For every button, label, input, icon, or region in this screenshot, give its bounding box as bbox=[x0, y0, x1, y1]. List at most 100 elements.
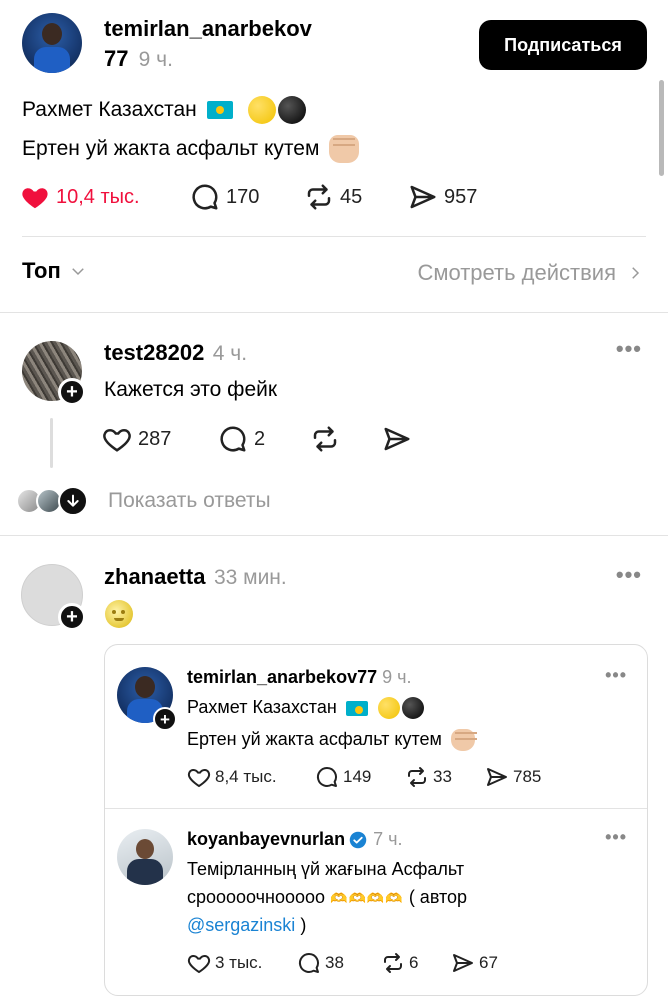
moon-face-emoji-icon bbox=[105, 600, 133, 628]
view-activity-link[interactable]: Смотреть действия bbox=[417, 260, 644, 286]
divider bbox=[105, 808, 647, 809]
fist-emoji-icon bbox=[450, 729, 477, 752]
show-replies-link[interactable]: Показать ответы bbox=[108, 489, 271, 513]
follow-plus-icon[interactable]: + bbox=[58, 603, 86, 631]
comment-button[interactable]: 38 bbox=[297, 951, 344, 975]
share-button[interactable] bbox=[382, 424, 418, 454]
follow-button[interactable]: Подписаться bbox=[479, 20, 647, 70]
chevron-right-icon bbox=[632, 267, 640, 279]
mention-link[interactable]: @sergazinski bbox=[187, 915, 295, 935]
repost-button[interactable]: 6 bbox=[381, 951, 418, 975]
follow-plus-icon[interactable]: + bbox=[58, 378, 86, 406]
quoted-line1-text: Рахмет Казахстан bbox=[187, 697, 337, 717]
like-count: 8,4 тыс. bbox=[215, 767, 277, 786]
like-count: 287 bbox=[138, 427, 172, 450]
sort-dropdown[interactable]: Топ bbox=[22, 258, 87, 284]
share-button[interactable]: 957 bbox=[408, 182, 477, 212]
post-author-avatar[interactable] bbox=[22, 13, 82, 73]
comment-button[interactable]: 2 bbox=[218, 424, 265, 454]
share-button[interactable]: 67 bbox=[451, 951, 498, 975]
more-options-icon[interactable]: ••• bbox=[605, 665, 627, 686]
verified-badge-icon bbox=[349, 831, 367, 848]
comment-bubble-icon bbox=[220, 426, 246, 452]
more-options-icon[interactable]: ••• bbox=[616, 336, 642, 362]
post-text-line2: Ертен уй жакта асфальт кутем bbox=[22, 129, 360, 169]
quoted-text-line1: Рахмет Казахстан bbox=[187, 693, 425, 721]
scrollbar[interactable] bbox=[659, 80, 664, 176]
repost-button[interactable] bbox=[310, 424, 346, 454]
nested-author-avatar[interactable] bbox=[117, 829, 173, 885]
quoted-author-username[interactable]: temirlan_anarbekov77 bbox=[187, 667, 377, 687]
post-time: 9 ч. bbox=[138, 48, 173, 71]
comment-author-username[interactable]: zhanaetta bbox=[104, 564, 205, 589]
black-circle-icon bbox=[401, 697, 424, 720]
quoted-post-card[interactable]: + temirlan_anarbekov77 9 ч. ••• Рахмет К… bbox=[104, 644, 648, 996]
heart-icon bbox=[103, 428, 131, 452]
comment-bubble-icon bbox=[192, 184, 218, 210]
comment-author-username[interactable]: test28202 bbox=[104, 340, 204, 365]
more-options-icon[interactable]: ••• bbox=[605, 827, 627, 848]
send-icon bbox=[410, 185, 436, 209]
like-button[interactable]: 10,4 тыс. bbox=[20, 182, 140, 212]
divider bbox=[0, 535, 668, 536]
like-button[interactable]: 8,4 тыс. bbox=[187, 765, 277, 789]
repost-count: 45 bbox=[340, 185, 363, 208]
fist-emoji-icon bbox=[329, 135, 360, 164]
yellow-circle-icon bbox=[248, 96, 277, 125]
sort-label: Топ bbox=[22, 258, 61, 283]
nested-line2-text: срооооочнооооо bbox=[187, 887, 326, 907]
like-button[interactable]: 287 bbox=[102, 424, 171, 454]
repost-icon bbox=[408, 767, 426, 787]
nested-post-time: 7 ч. bbox=[373, 829, 403, 849]
send-icon bbox=[453, 954, 473, 972]
post-author-username[interactable]: temirlan_anarbekov bbox=[104, 16, 312, 42]
follow-plus-icon[interactable]: + bbox=[153, 707, 177, 731]
chevron-down-icon bbox=[72, 268, 84, 276]
comment-button[interactable]: 170 bbox=[190, 182, 259, 212]
black-circle-icon bbox=[278, 96, 307, 125]
send-icon bbox=[487, 768, 507, 786]
repost-icon bbox=[384, 953, 402, 973]
kazakhstan-flag-icon bbox=[206, 101, 233, 120]
view-activity-label: Смотреть действия bbox=[417, 260, 616, 285]
share-count: 957 bbox=[444, 185, 478, 208]
post-text-line1: Рахмет Казахстан bbox=[22, 90, 307, 130]
comment-count: 149 bbox=[343, 767, 372, 786]
comment-time: 33 мин. bbox=[213, 566, 287, 589]
like-count: 10,4 тыс. bbox=[56, 185, 140, 208]
divider bbox=[0, 312, 668, 313]
quoted-text-line2: Ертен уй жакта асфальт кутем bbox=[187, 725, 477, 753]
repost-count: 6 bbox=[409, 953, 419, 972]
comment-button[interactable]: 149 bbox=[315, 765, 371, 789]
comment-text: Кажется это фейк bbox=[104, 378, 278, 401]
reply-avatars[interactable] bbox=[16, 486, 92, 516]
repost-button[interactable]: 33 bbox=[405, 765, 452, 789]
post-line1-text: Рахмет Казахстан bbox=[22, 98, 197, 121]
heart-icon bbox=[187, 768, 211, 788]
nested-line2-suffix: ( автор bbox=[408, 887, 468, 907]
kazakhstan-flag-icon bbox=[345, 700, 368, 716]
comment-time: 4 ч. bbox=[212, 342, 248, 365]
like-button[interactable]: 3 тыс. bbox=[187, 951, 262, 975]
share-button[interactable]: 785 bbox=[485, 765, 541, 789]
repost-button[interactable]: 45 bbox=[304, 182, 362, 212]
quoted-line2-text: Ертен уй жакта асфальт кутем bbox=[187, 729, 442, 749]
follow-button-label: Подписаться bbox=[504, 34, 622, 55]
share-count: 785 bbox=[513, 767, 542, 786]
yellow-circle-icon bbox=[377, 697, 400, 720]
heart-filled-icon bbox=[22, 188, 48, 209]
post-author-username-suffix[interactable]: 77 bbox=[104, 46, 128, 71]
comment-bubble-icon bbox=[316, 766, 337, 787]
nested-text-line2: срооооочнооооо 🫶🫶🫶🫶 ( автор bbox=[187, 883, 467, 912]
thread-line bbox=[50, 418, 53, 468]
nested-text-line1: Темірланның үй жағына Асфальт bbox=[187, 859, 465, 879]
heart-icon bbox=[187, 954, 211, 974]
post-line2-text: Ертен уй жакта асфальт кутем bbox=[22, 137, 320, 160]
share-count: 67 bbox=[479, 953, 498, 972]
nested-author-username[interactable]: koyanbayevnurlan bbox=[187, 829, 345, 850]
comment-count: 170 bbox=[226, 185, 260, 208]
comment-count: 38 bbox=[325, 953, 344, 972]
repost-count: 33 bbox=[433, 767, 452, 786]
arrow-down-icon bbox=[58, 486, 88, 516]
more-options-icon[interactable]: ••• bbox=[616, 562, 642, 588]
